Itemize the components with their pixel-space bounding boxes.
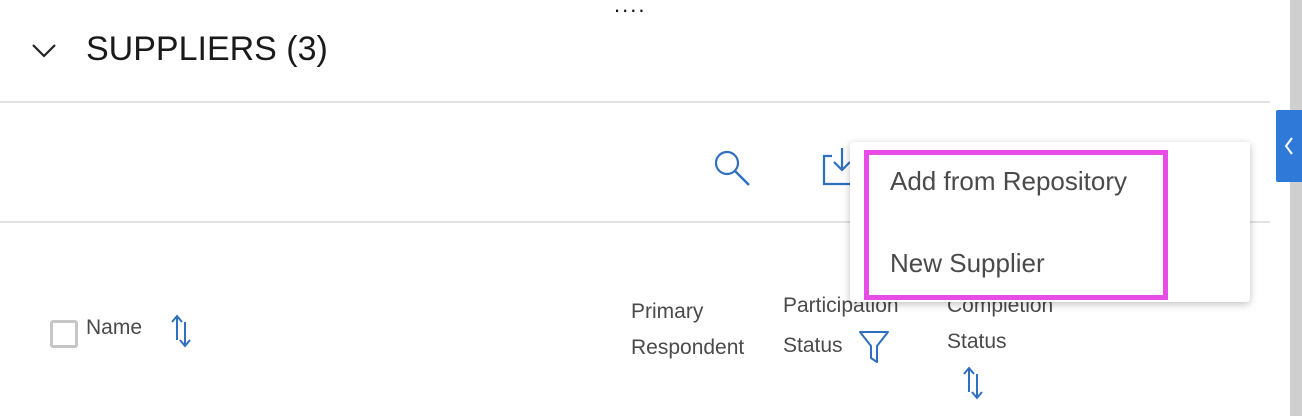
section-header: SUPPLIERS (3) [0, 22, 1270, 82]
select-all-checkbox[interactable] [50, 320, 78, 348]
expand-panel-tab[interactable] [1276, 110, 1302, 182]
chevron-down-icon[interactable] [30, 40, 58, 60]
sort-arrows-icon[interactable] [170, 314, 192, 348]
menu-item-new-supplier[interactable]: New Supplier [890, 248, 1045, 279]
scrollbar-track[interactable] [1290, 0, 1302, 416]
column-header-completion-status-line2: Status [947, 330, 1007, 353]
column-header-primary-respondent-line2: Respondent [631, 336, 745, 359]
menu-item-add-from-repository[interactable]: Add from Repository [890, 166, 1127, 197]
search-icon[interactable] [712, 148, 752, 188]
suppliers-page: .... SUPPLIERS (3) Name Primary Responde… [0, 0, 1302, 416]
add-supplier-dropdown-menu: Add from Repository New Supplier [850, 142, 1250, 302]
drag-handle-indicator[interactable]: .... [614, 0, 646, 16]
column-header-name[interactable]: Name [86, 310, 142, 346]
column-header-primary-respondent[interactable]: Primary [631, 294, 703, 330]
sort-arrows-icon[interactable] [962, 366, 984, 400]
section-title: SUPPLIERS (3) [86, 30, 328, 68]
header-divider [0, 101, 1270, 103]
filter-icon[interactable] [858, 330, 890, 364]
chevron-left-icon [1284, 137, 1293, 155]
column-header-participation-status-line2: Status [783, 334, 843, 357]
